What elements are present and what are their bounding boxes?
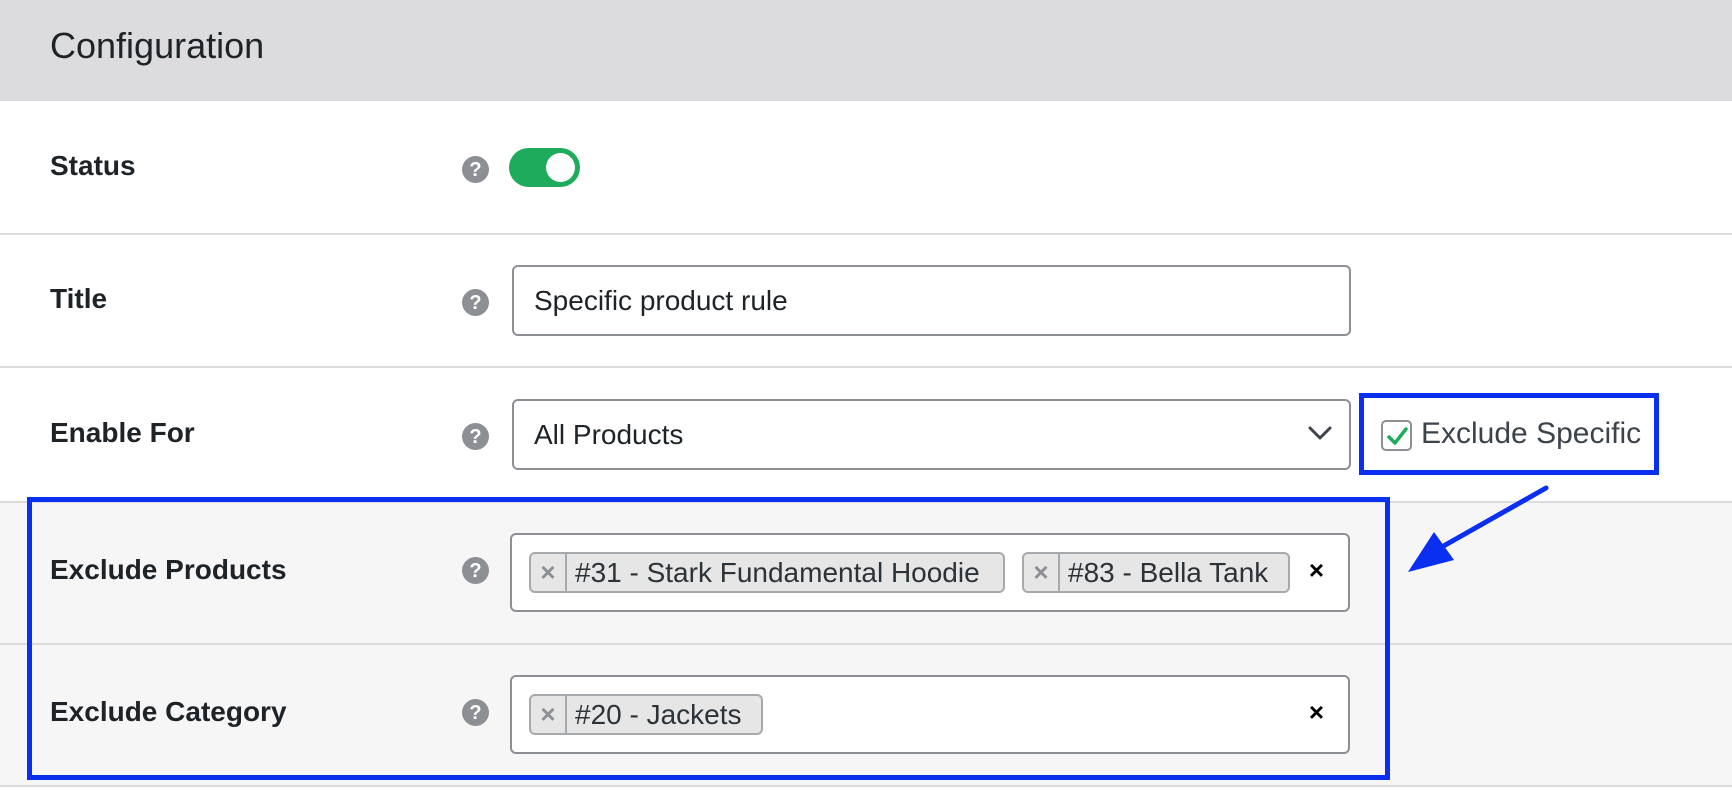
checkmark-icon: [1387, 427, 1408, 445]
enable-for-help-icon[interactable]: ?: [462, 423, 489, 450]
status-label: Status: [50, 150, 136, 181]
title-label: Title: [50, 283, 108, 314]
annotation-arrow-icon: [1408, 485, 1549, 572]
exclude-specific-checkbox[interactable]: [1381, 420, 1412, 451]
enable-for-select[interactable]: All Products: [512, 399, 1351, 470]
enable-for-label: Enable For: [50, 417, 195, 448]
enable-for-selected-value: All Products: [534, 419, 684, 450]
toggle-knob: [546, 153, 575, 182]
status-row: Status ?: [0, 101, 1732, 233]
title-input[interactable]: [512, 265, 1351, 336]
exclude-specific-label: Exclude Specific: [1421, 417, 1642, 450]
exclude-specific-highlight: Exclude Specific: [1359, 393, 1659, 475]
status-help-icon[interactable]: ?: [462, 156, 489, 183]
section-header: Configuration: [0, 0, 1732, 101]
title-help-icon[interactable]: ?: [462, 289, 489, 316]
status-toggle[interactable]: [509, 148, 580, 187]
chevron-down-icon: [1308, 426, 1332, 440]
page-footer-space: [0, 787, 1732, 802]
title-row: Title ?: [0, 235, 1732, 366]
section-title: Configuration: [50, 25, 265, 66]
exclude-rows-highlight: [27, 497, 1390, 780]
